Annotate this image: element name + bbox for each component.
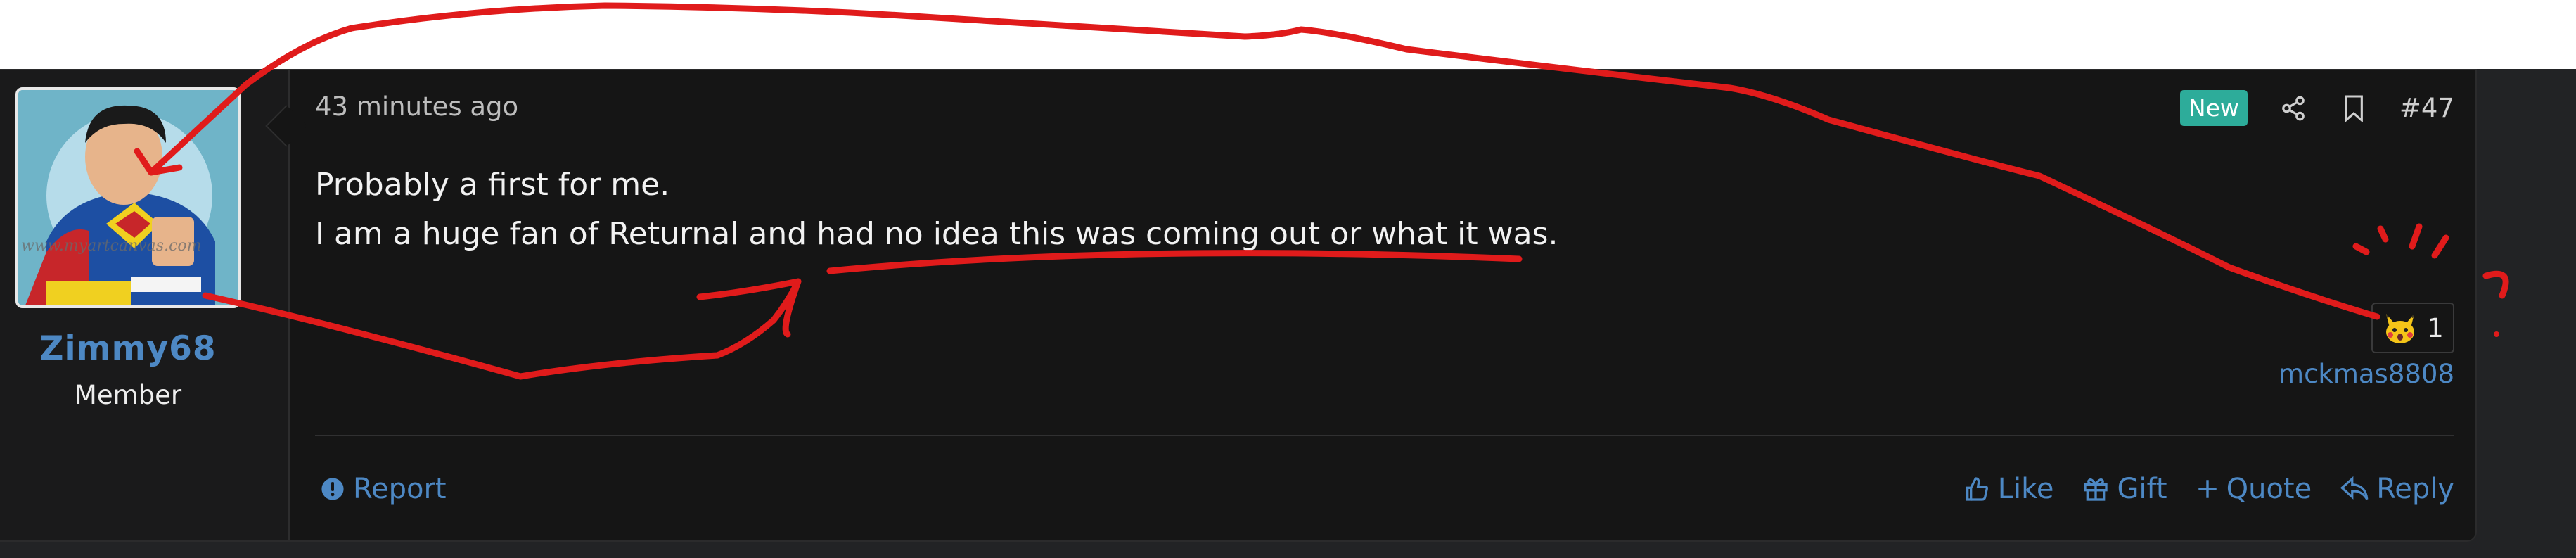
plus-icon — [2198, 480, 2217, 498]
post-main: 43 minutes ago New #47 Probably a first … — [315, 70, 2454, 540]
bookmark-icon[interactable] — [2339, 94, 2369, 123]
reaction-count: 1 — [2427, 312, 2444, 343]
post-actions: Like Gift Quote Reply — [1963, 473, 2454, 505]
post-body: Probably a first for me. I am a huge fan… — [315, 160, 1558, 259]
gift-button[interactable]: Gift — [2082, 473, 2167, 505]
user-title: Member — [74, 380, 182, 410]
post-number-link[interactable]: #47 — [2399, 93, 2454, 123]
avatar-watermark: www.myartcanvas.com — [21, 237, 202, 255]
post-timestamp[interactable]: 43 minutes ago — [315, 91, 518, 122]
post-header-actions: New #47 — [2179, 90, 2454, 126]
avatar[interactable]: www.myartcanvas.com — [15, 87, 241, 308]
like-label: Like — [1997, 473, 2054, 505]
reply-label: Reply — [2376, 473, 2454, 505]
reactor-username[interactable]: mckmas8808 — [2279, 359, 2454, 389]
gift-label: Gift — [2117, 473, 2167, 505]
quote-label: Quote — [2226, 473, 2312, 505]
report-label: Report — [353, 473, 447, 505]
like-button[interactable]: Like — [1963, 473, 2054, 505]
reaction-summary[interactable]: 1 — [2371, 303, 2454, 353]
report-button[interactable]: Report — [321, 473, 447, 505]
post-body-line: Probably a first for me. — [315, 167, 670, 203]
post-body-line: I am a huge fan of Returnal and had no i… — [315, 216, 1558, 252]
gift-icon — [2084, 478, 2108, 501]
exclamation-circle-icon — [321, 478, 344, 500]
reply-button[interactable]: Reply — [2340, 473, 2454, 505]
reply-icon — [2340, 476, 2369, 500]
user-info-column: www.myartcanvas.com Zimmy68 Member — [0, 70, 290, 540]
footer-divider — [315, 435, 2454, 436]
new-badge: New — [2179, 90, 2248, 126]
quote-button[interactable]: Quote — [2196, 473, 2312, 505]
forum-post: www.myartcanvas.com Zimmy68 Member 43 mi… — [0, 69, 2477, 542]
share-icon[interactable] — [2279, 94, 2308, 123]
username[interactable]: Zimmy68 — [0, 329, 256, 368]
pikachu-emoji-icon — [2386, 314, 2415, 343]
thumbs-up-icon — [1966, 477, 1988, 501]
